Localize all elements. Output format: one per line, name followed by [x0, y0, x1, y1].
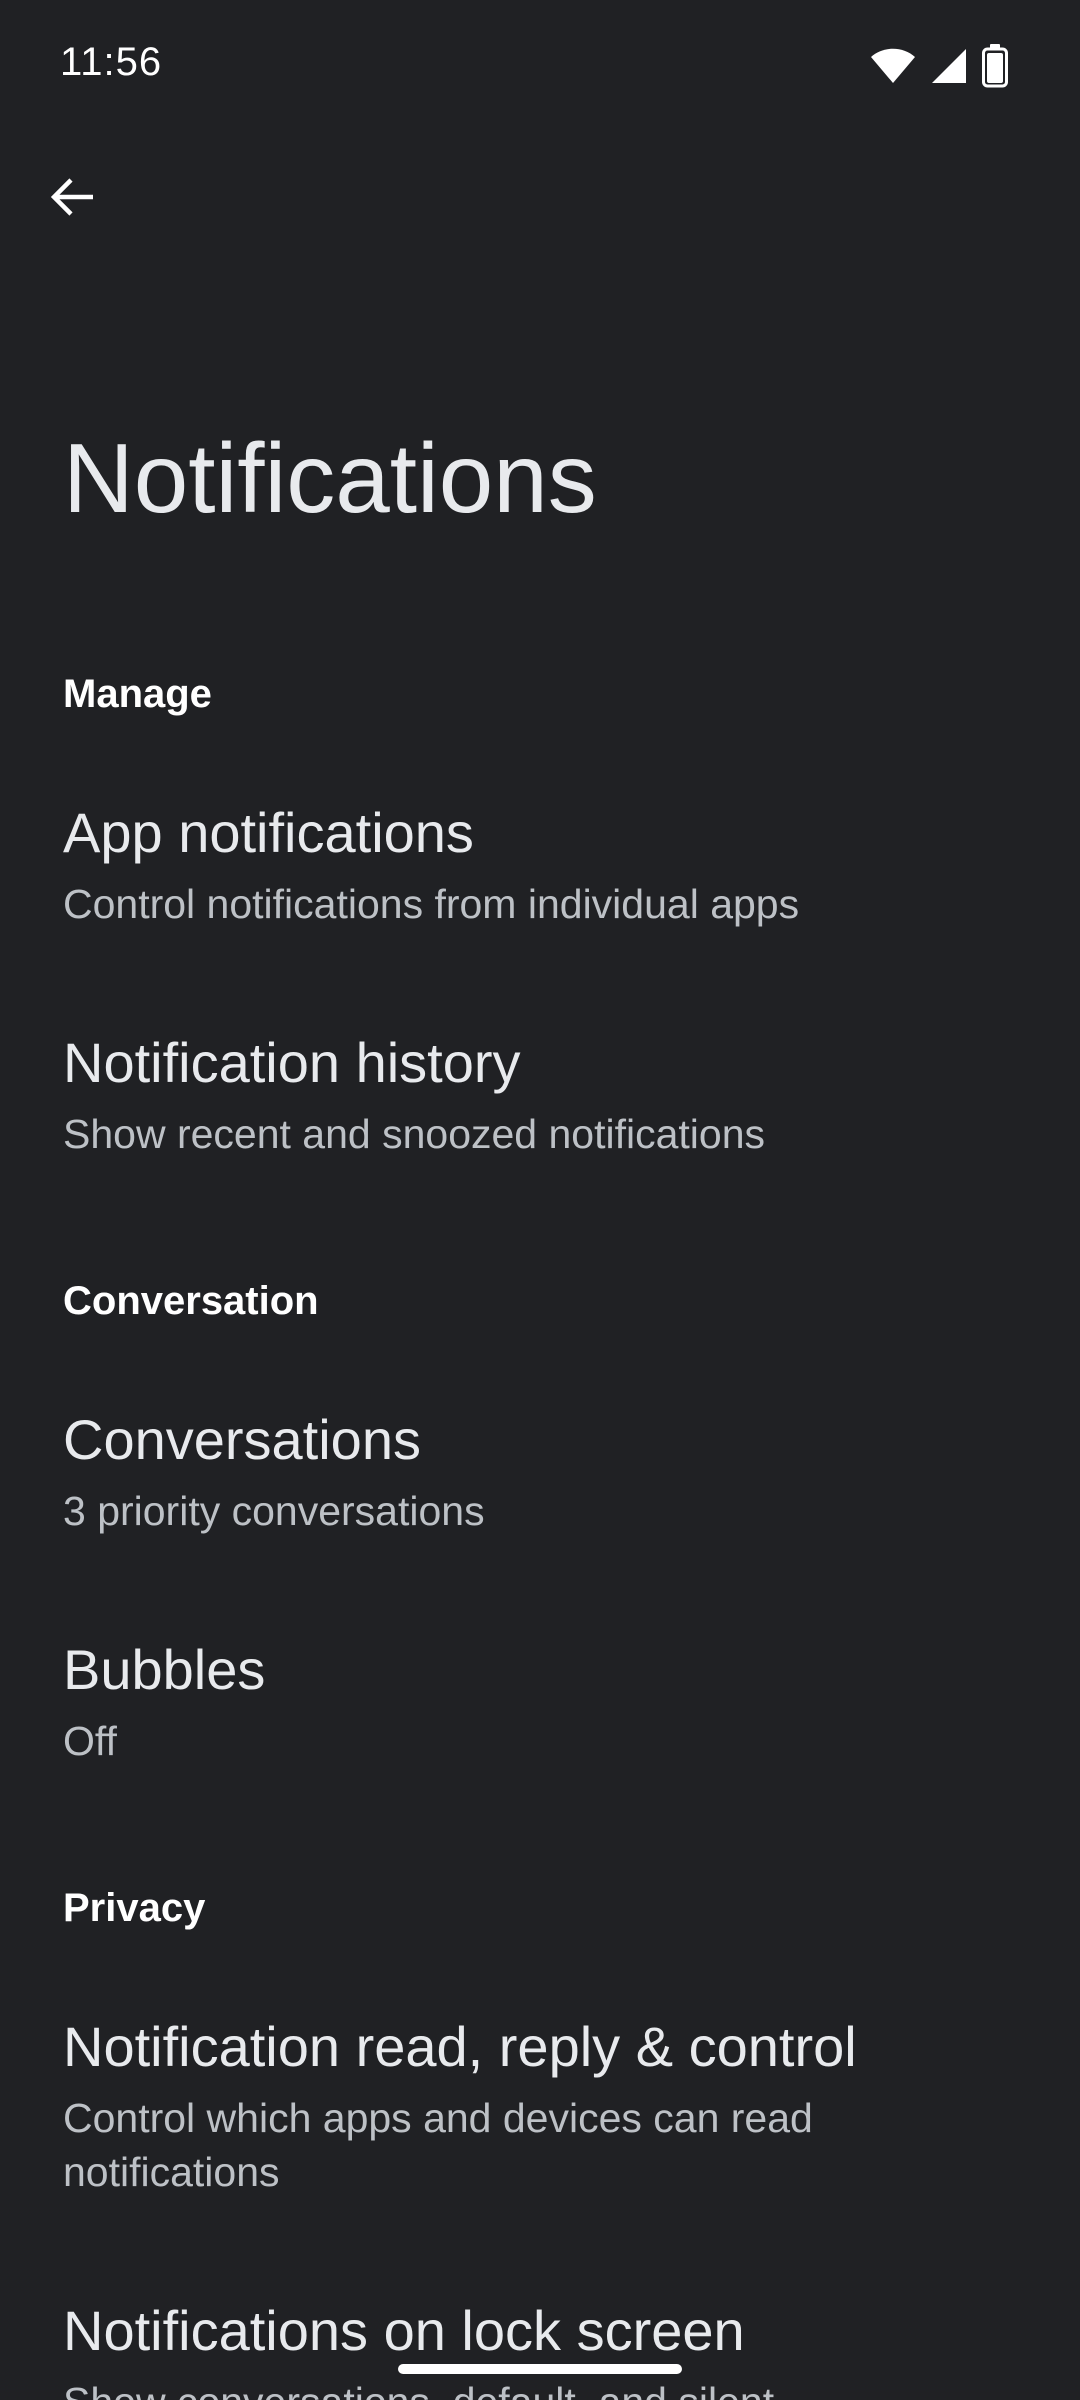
item-summary: Control notifications from individual ap… — [63, 881, 800, 927]
item-summary: Show conversations, default, and silent — [63, 2375, 963, 2400]
list-item-conversations[interactable]: Conversations 3 priority conversations — [0, 1387, 1080, 1567]
item-title: Notifications on lock screen — [63, 2299, 745, 2362]
status-icons — [870, 44, 1008, 88]
gesture-nav-handle[interactable] — [398, 2364, 682, 2374]
list-item-app-notifications[interactable]: App notifications Control notifications … — [0, 780, 1080, 960]
section-header-privacy: Privacy — [63, 1886, 206, 1930]
wifi-icon — [870, 48, 916, 84]
cell-signal-icon — [930, 47, 968, 85]
item-title: Notification read, reply & control — [63, 2015, 857, 2078]
status-time: 11:56 — [60, 40, 163, 84]
item-summary: 3 priority conversations — [63, 1488, 485, 1534]
arrow-back-icon — [50, 177, 95, 222]
item-summary: Control which apps and devices can read … — [63, 2095, 813, 2195]
item-title: Bubbles — [63, 1638, 266, 1701]
list-item-bubbles[interactable]: Bubbles Off — [0, 1617, 1080, 1797]
battery-icon — [982, 44, 1008, 88]
list-item-notifications-on-lock-screen[interactable]: Notifications on lock screen Show conver… — [0, 2278, 1080, 2400]
item-title: App notifications — [63, 801, 474, 864]
item-summary: Show recent and snoozed notifications — [63, 1111, 766, 1157]
back-button[interactable] — [40, 166, 106, 232]
status-bar: 11:56 — [0, 0, 1080, 130]
item-title: Notification history — [63, 1031, 521, 1094]
list-item-notification-history[interactable]: Notification history Show recent and sno… — [0, 1010, 1080, 1190]
section-header-manage: Manage — [63, 672, 212, 716]
item-title: Conversations — [63, 1408, 421, 1471]
section-header-conversation: Conversation — [63, 1279, 319, 1323]
item-summary: Off — [63, 1718, 117, 1764]
list-item-notification-read-reply-control[interactable]: Notification read, reply & control Contr… — [0, 1994, 1080, 2224]
page-title: Notifications — [63, 423, 597, 533]
